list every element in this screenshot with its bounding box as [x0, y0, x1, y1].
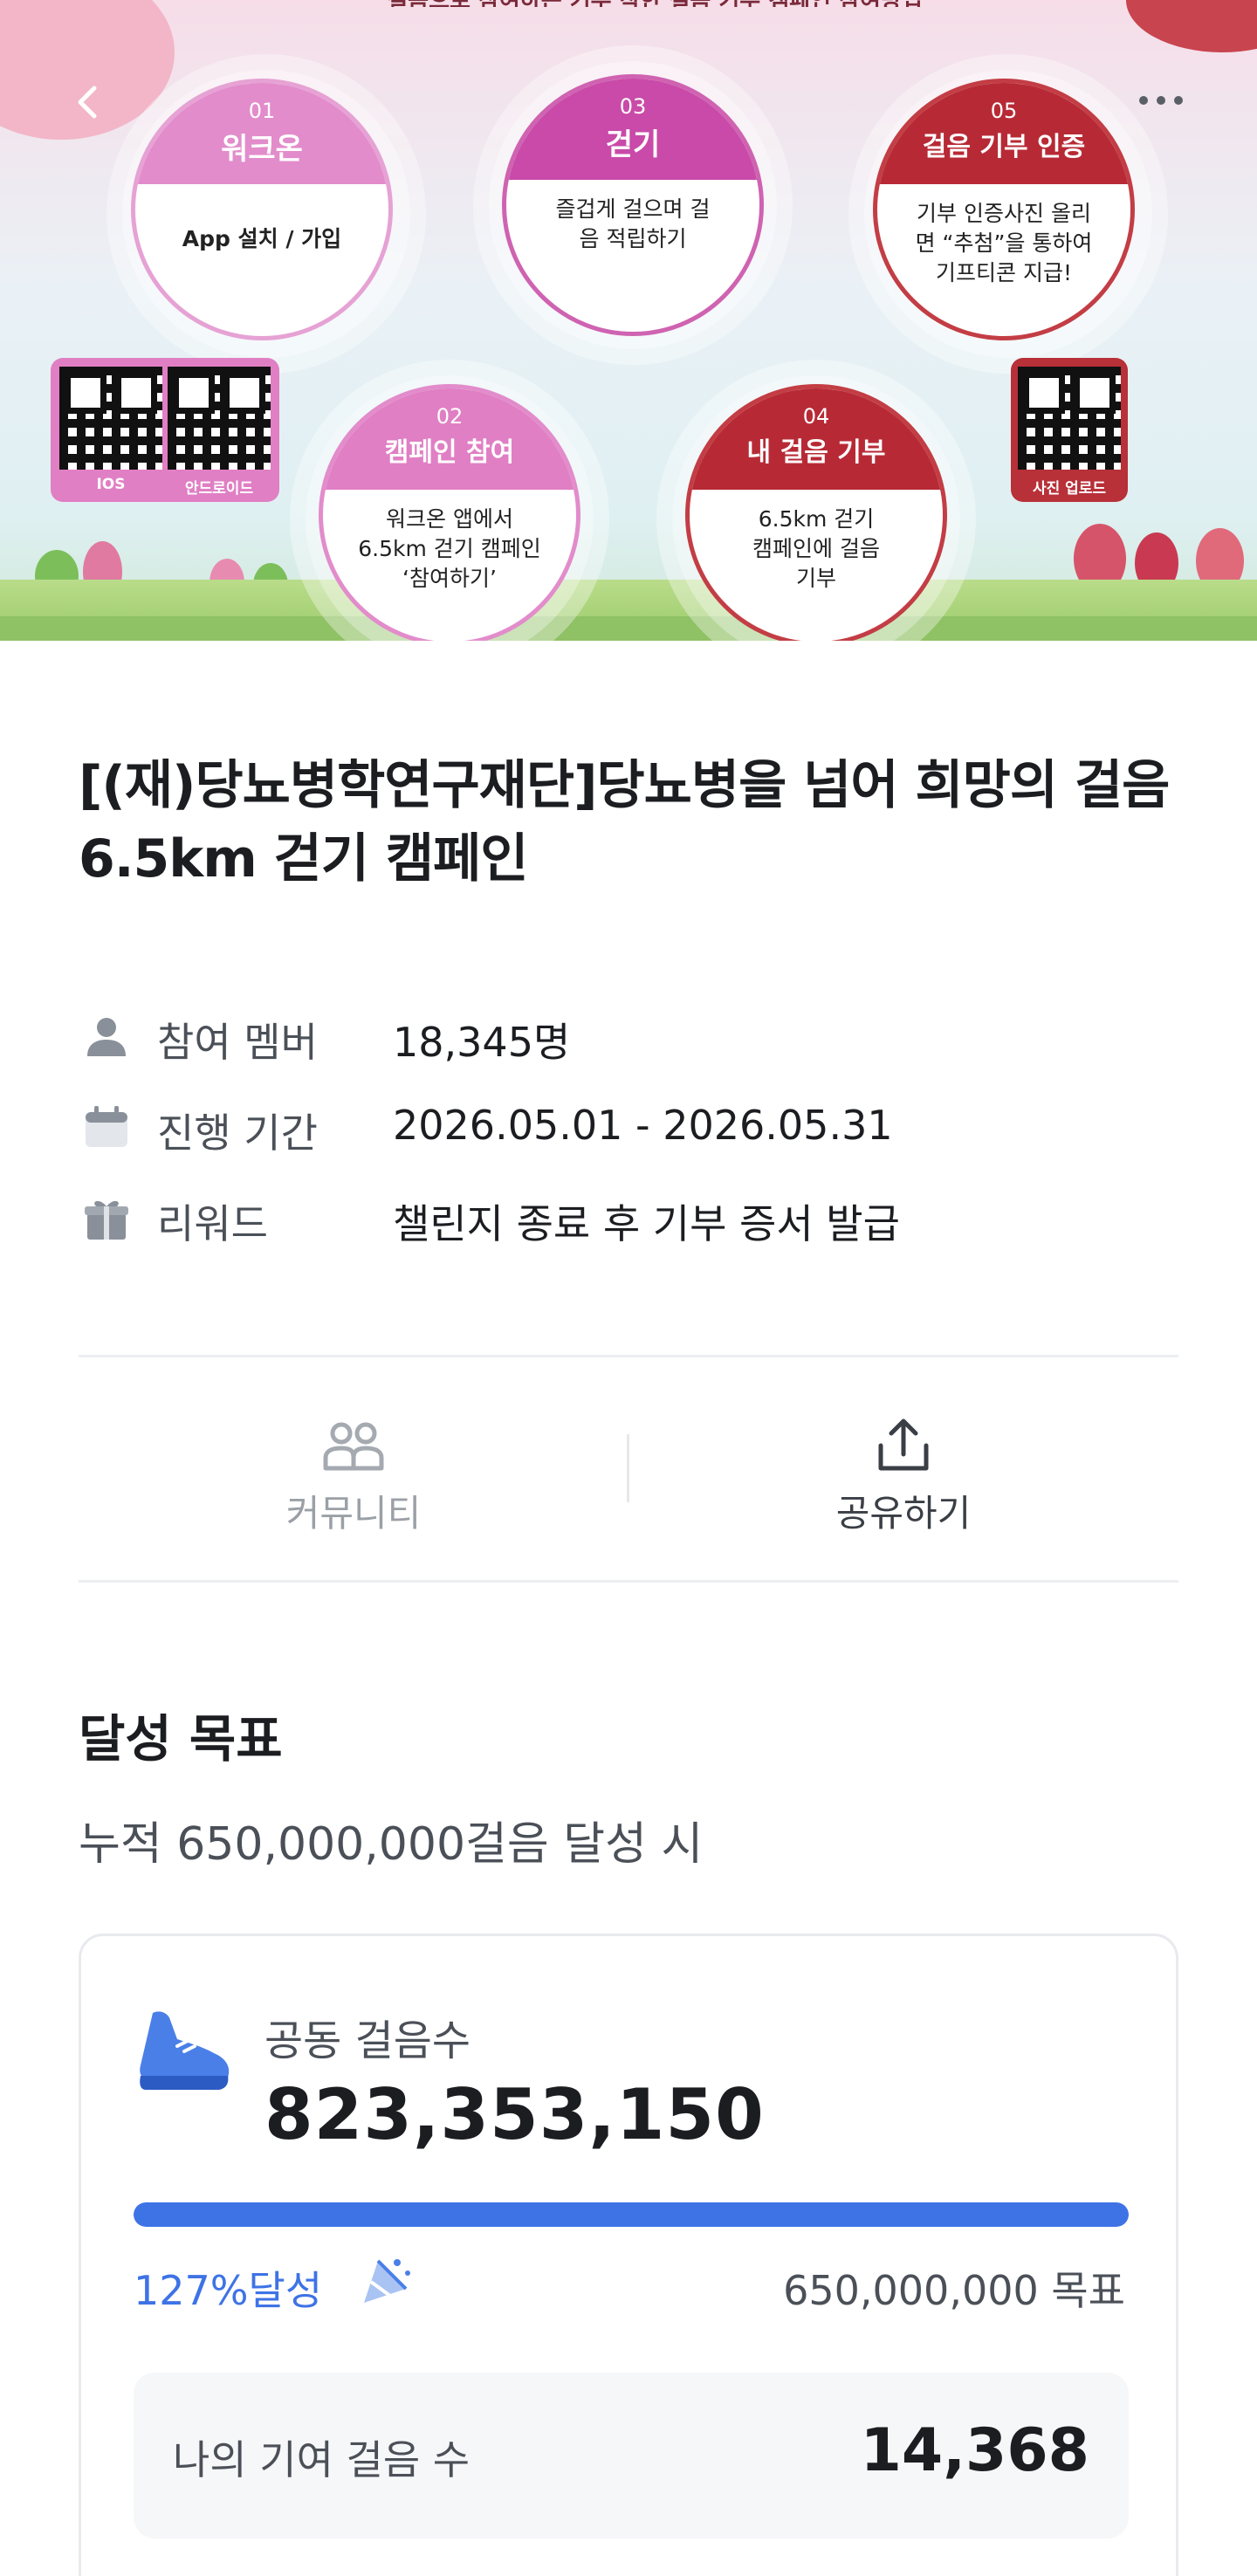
info-row-period: 진행 기간 2026.05.01 - 2026.05.31: [79, 1095, 1178, 1157]
share-button[interactable]: 공유하기: [628, 1397, 1178, 1554]
step-body: 6.5km 걷기 캠페인에 걸음 기부: [752, 506, 880, 591]
qr-card-app: IOS 안드로이드: [51, 358, 279, 502]
info-row-members: 참여 멤버 18,345명: [79, 1004, 1178, 1066]
reward-label: 리워드: [157, 1200, 268, 1247]
my-contribution-box: 나의 기여 걸음 수 14,368: [134, 2373, 1129, 2538]
banner-ground: [0, 616, 1257, 641]
qr-code-upload: [1018, 367, 1121, 470]
step-number: 05: [990, 99, 1018, 123]
qr-label-ios: IOS: [96, 476, 126, 493]
more-button[interactable]: [1135, 87, 1187, 113]
divider: [79, 1355, 1178, 1357]
step-title: 캠페인 참여: [384, 437, 515, 468]
campaign-banner: 걸음으로 참여하는 기부 착한 걸음 기부 캠페인 참여방법 01 워크온 App…: [0, 0, 1257, 641]
calendar-icon: [86, 1106, 127, 1147]
step-number: 03: [619, 94, 647, 119]
qr-label-android: 안드로이드: [184, 480, 254, 498]
total-steps-label: 공동 걸음수: [264, 2016, 471, 2065]
step-number: 01: [248, 99, 276, 123]
step-title: 걸음 기부 인증: [922, 132, 1086, 162]
qr-card-upload: 사진 업로드: [1011, 358, 1128, 502]
members-label: 참여 멤버: [157, 1019, 318, 1066]
members-value: 18,345명: [393, 1019, 571, 1066]
goal-subtitle: 누적 650,000,000걸음 달성 시: [79, 1818, 704, 1871]
party-popper-icon: [364, 2259, 410, 2303]
my-contribution-label: 나의 기여 걸음 수: [173, 2436, 471, 2483]
goal-progress-bar: [134, 2202, 1129, 2227]
share-icon: [878, 1419, 929, 1471]
divider: [79, 1580, 1178, 1583]
period-value: 2026.05.01 - 2026.05.31: [393, 1102, 893, 1149]
step-body: 기부 인증사진 올리면 “추첨”을 통하여 기프티콘 지급!: [915, 201, 1093, 285]
step-circle-01: 01 워크온 App 설치 / 가입: [131, 79, 393, 340]
community-label: 커뮤니티: [285, 1492, 422, 1535]
step-title: 워크온: [221, 132, 303, 167]
my-contribution-value: 14,368: [860, 2416, 1089, 2485]
qr-code-android: [168, 367, 271, 470]
step-title: 걷기: [605, 127, 661, 162]
step-body: 즐겁게 걸으며 걸음 적립하기: [555, 196, 711, 252]
more-horizontal-icon: [1139, 96, 1183, 105]
tree-decoration: [1126, 0, 1257, 52]
chevron-left-icon: [78, 86, 97, 119]
qr-label-upload: 사진 업로드: [1032, 480, 1107, 498]
share-label: 공유하기: [835, 1492, 972, 1535]
shoe-icon: [140, 2011, 230, 2090]
step-number: 04: [802, 404, 830, 429]
banner-top-text: 걸음으로 참여하는 기부 착한 걸음 기부 캠페인 참여방법: [262, 0, 1048, 7]
campaign-title: [(재)당뇨병학연구재단]당뇨병을 넘어 희망의 걸음 6.5km 걷기 캠페인: [79, 755, 1170, 890]
step-circle-05: 05 걸음 기부 인증 기부 인증사진 올리면 “추첨”을 통하여 기프티콘 지급…: [873, 79, 1135, 340]
goal-progress-fill: [134, 2202, 1129, 2227]
person-icon: [87, 1018, 126, 1056]
achieve-rate: 127%달성: [134, 2267, 323, 2314]
info-row-reward: 리워드 챌린지 종료 후 기부 증서 발급: [79, 1185, 1178, 1247]
qr-code-ios: [59, 367, 162, 470]
period-label: 진행 기간: [157, 1109, 318, 1157]
back-button[interactable]: [68, 83, 106, 121]
goal-section-title: 달성 목표: [79, 1709, 283, 1769]
people-icon: [323, 1422, 384, 1471]
step-body: App 설치 / 가입: [182, 226, 342, 252]
step-body: 워크온 앱에서 6.5km 걷기 캠페인 ‘참여하기’: [358, 506, 541, 591]
goal-card: 공동 걸음수 823,353,150 127%달성 650,000,000 목표…: [79, 1934, 1178, 2576]
goal-target: 650,000,000 목표: [783, 2267, 1125, 2314]
reward-value: 챌린지 종료 후 기부 증서 발급: [393, 1200, 900, 1247]
step-circle-03: 03 걷기 즐겁게 걸으며 걸음 적립하기: [502, 74, 764, 336]
step-title: 내 걸음 기부: [746, 437, 886, 468]
community-button[interactable]: 커뮤니티: [79, 1397, 628, 1554]
step-circle-02: 02 캠페인 참여 워크온 앱에서 6.5km 걷기 캠페인 ‘참여하기’: [319, 384, 580, 641]
step-circle-04: 04 내 걸음 기부 6.5km 걷기 캠페인에 걸음 기부: [685, 384, 947, 641]
gift-icon: [85, 1200, 128, 1240]
total-steps-value: 823,353,150: [264, 2074, 765, 2155]
step-number: 02: [436, 404, 464, 429]
